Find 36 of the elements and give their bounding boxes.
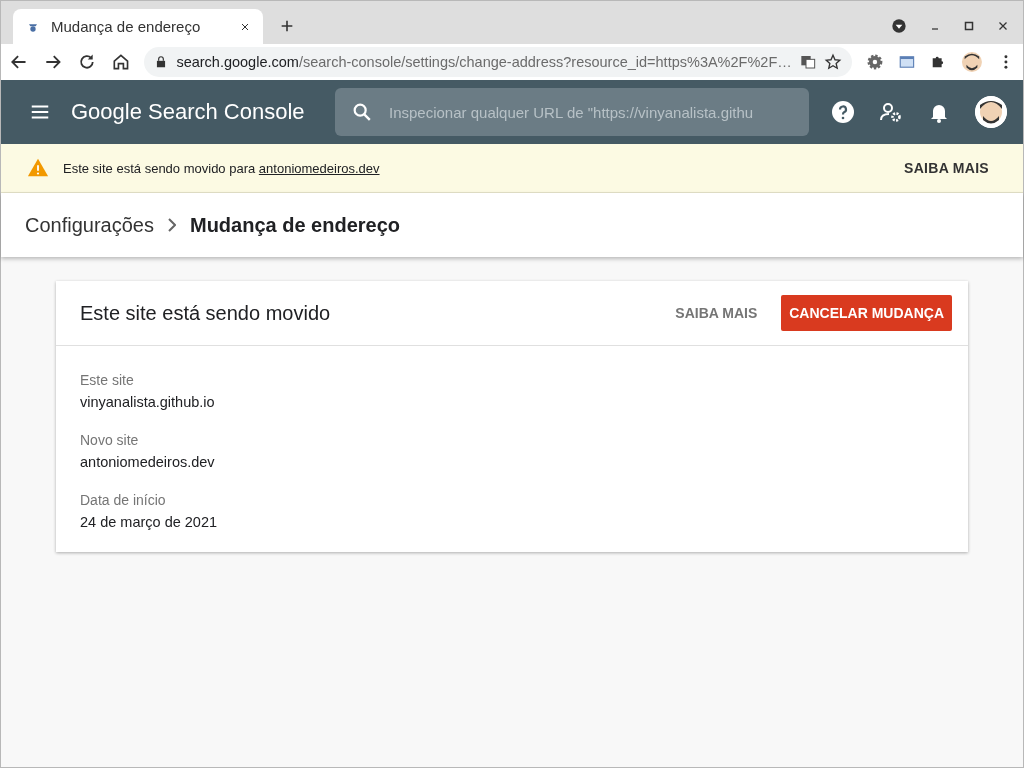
cancel-button[interactable]: CANCELAR MUDANÇA [781,295,952,331]
maximize-icon[interactable] [963,20,975,32]
card-title: Este site está sendo movido [80,301,332,325]
help-icon[interactable] [831,100,855,124]
star-icon[interactable] [823,53,842,71]
url-text: search.google.com/search-console/settings/change-address?resource_id=https%3A%2F%2F… [176,54,792,70]
translate-icon[interactable] [799,54,816,70]
warning-icon [27,157,49,179]
avatar-icon[interactable] [975,96,1007,128]
gear-icon[interactable] [865,53,884,71]
field-value: vinyanalista.github.io [80,394,216,410]
learn-more-button[interactable]: SAIBA MAIS [898,159,995,177]
banner-message: Este site está sendo movido para antoniomedeiros.dev [63,160,380,176]
close-icon[interactable] [997,20,1009,32]
browser-tab[interactable]: Mudança de endereço [13,9,263,44]
field-label: Data de início [80,492,167,508]
profile-avatar-icon[interactable] [961,51,984,73]
learn-more-button[interactable]: SAIBA MAIS [667,295,766,331]
home-icon[interactable] [110,52,131,72]
app-logo[interactable]: Google Search Console [71,99,315,125]
search-field[interactable]: Inspecionar qualquer URL de "https://vinyanalista.githu [335,88,809,136]
dropdown-icon[interactable] [891,18,907,34]
new-tab-icon[interactable] [279,18,295,34]
site-link[interactable]: antoniomedeiros.dev [258,160,380,176]
search-icon [351,101,373,123]
window-icon[interactable] [897,53,916,71]
field-value: 24 de março de 2021 [80,514,219,530]
search-input[interactable]: Inspecionar qualquer URL de "https://vinyanalista.githu [387,102,793,122]
user-settings-icon[interactable] [879,100,903,124]
breadcrumb-item: Mudança de endereço [189,213,401,237]
field-label: Este site [80,372,135,388]
chevron-icon [167,218,176,232]
field-value: antoniomedeiros.dev [80,454,216,470]
breadcrumb-item[interactable]: Configurações [25,213,154,237]
field-label: Novo site [80,432,140,448]
address-bar[interactable]: search.google.com/search-console/settings/change-address?resource_id=https%3A%2F%2F… [144,47,852,77]
